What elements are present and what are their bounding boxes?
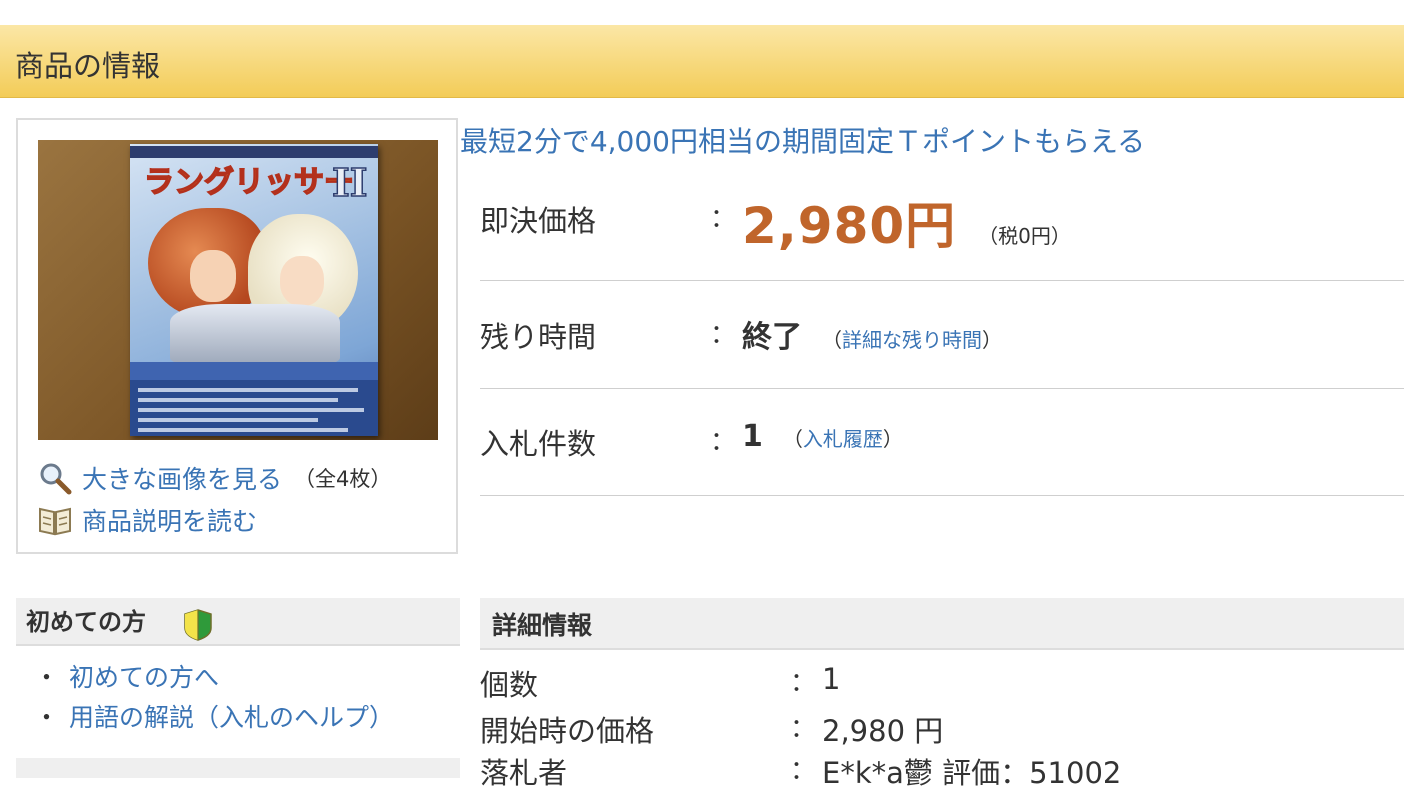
- detailed-remaining-time-link[interactable]: 詳細な残り時間: [842, 328, 982, 352]
- cover-logo: ラングリッサー II: [143, 159, 368, 204]
- paren-open: （: [822, 328, 842, 352]
- beginner-panel-header: 初めての方: [16, 598, 460, 646]
- bid-count-label: 入札件数: [480, 427, 597, 461]
- colon: ：: [790, 756, 817, 786]
- glossary-label[interactable]: 用語の解説（入札のヘルプ）: [69, 703, 394, 732]
- buyout-price-value: 2,980円: [742, 197, 957, 255]
- remaining-time-row: 残り時間 ： 終了 （詳細な残り時間）: [480, 282, 1404, 389]
- winner-label: 落札者: [480, 756, 568, 790]
- details-header: 詳細情報: [480, 598, 1404, 650]
- bullet: ・: [34, 663, 60, 692]
- bid-history-link[interactable]: 入札履歴: [803, 427, 883, 451]
- winner-value: E*k*a鬱 評価：51002: [822, 756, 1122, 790]
- glossary-link[interactable]: ・用語の解説（入札のヘルプ）: [34, 698, 394, 734]
- product-cover-art: ラングリッサー II: [130, 144, 378, 436]
- start-price-value: 2,980 円: [822, 714, 944, 748]
- bid-count-value: 1: [742, 419, 763, 454]
- image-panel: ラングリッサー II 大きな画像を見る （全4枚） 商品説明を読む: [16, 118, 458, 554]
- detail-row-quantity: 個数 ： 1: [480, 662, 1404, 704]
- remaining-time-detail: （詳細な残り時間）: [822, 324, 1002, 353]
- beginners-guide-label[interactable]: 初めての方へ: [69, 663, 219, 692]
- book-icon: [39, 507, 71, 536]
- quantity-value: 1: [822, 662, 841, 696]
- bid-history-detail: （入札履歴）: [783, 423, 903, 452]
- bid-count-row: 入札件数 ： 1 （入札履歴）: [480, 389, 1404, 496]
- start-price-label: 開始時の価格: [480, 714, 655, 748]
- beginners-guide-link[interactable]: ・初めての方へ: [34, 658, 219, 694]
- item-photo[interactable]: ラングリッサー II: [38, 140, 438, 440]
- tax-note: （税0円）: [978, 224, 1071, 248]
- magnifier-icon: [40, 463, 72, 495]
- svg-text:ラングリッサー: ラングリッサー: [144, 165, 354, 200]
- detail-row-winner: 落札者 ： E*k*a鬱 評価：51002: [480, 750, 1404, 792]
- view-large-image-label[interactable]: 大きな画像を見る: [82, 460, 282, 496]
- paren-open: （: [782, 427, 803, 451]
- image-count-note: （全4枚）: [294, 467, 392, 491]
- svg-text:II: II: [332, 160, 368, 204]
- detail-row-start-price: 開始時の価格 ： 2,980 円: [480, 708, 1404, 750]
- view-large-image-link[interactable]: 大きな画像を見る （全4枚）: [38, 460, 391, 496]
- section-header: 商品の情報: [0, 25, 1404, 98]
- bullet: ・: [34, 703, 60, 732]
- paren-close: ）: [982, 328, 1002, 352]
- colon: ：: [710, 320, 737, 350]
- beginner-panel-title: 初めての方: [26, 608, 146, 636]
- details-title: 詳細情報: [492, 611, 593, 640]
- remaining-time-value: 終了: [742, 320, 802, 355]
- read-description-link[interactable]: 商品説明を読む: [38, 502, 257, 538]
- quantity-label: 個数: [480, 668, 539, 702]
- remaining-time-label: 残り時間: [480, 320, 597, 354]
- next-panel-header: [16, 758, 460, 778]
- colon: ：: [790, 668, 817, 698]
- section-title: 商品の情報: [15, 49, 161, 83]
- beginner-mark-icon: [184, 609, 212, 641]
- colon: ：: [710, 204, 737, 234]
- paren-close: ）: [882, 427, 903, 451]
- buyout-price-row: 即決価格 ： 2,980円 （税0円）: [480, 180, 1404, 281]
- buyout-price-label: 即決価格: [480, 204, 597, 238]
- colon: ：: [790, 714, 817, 744]
- colon: ：: [710, 427, 737, 457]
- tpoint-promo-link[interactable]: 最短2分で4,000円相当の期間固定Ｔポイントもらえる: [460, 120, 1145, 160]
- read-description-label[interactable]: 商品説明を読む: [82, 502, 257, 538]
